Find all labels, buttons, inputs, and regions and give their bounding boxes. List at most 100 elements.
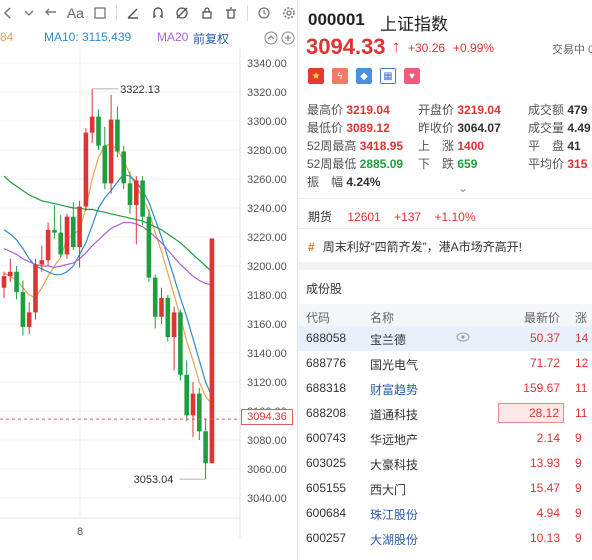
candle-body xyxy=(26,312,32,327)
candle-body xyxy=(58,232,63,255)
candle-body xyxy=(108,119,114,184)
stock-change: 14 xyxy=(575,331,589,345)
stock-price: 2.14 xyxy=(536,431,560,445)
y-axis-tick: 3260.00 xyxy=(247,174,287,186)
table-header: 代码 名称 最新价 涨 xyxy=(298,304,592,326)
candle-body xyxy=(1,276,7,288)
candle-body xyxy=(20,292,26,327)
stat-volume: 成交量 4.49 xyxy=(528,121,591,135)
futures-row[interactable]: 期货 12601 +137 +1.10% xyxy=(308,208,476,225)
candle-body xyxy=(127,183,133,206)
y-axis-tick: 3220.00 xyxy=(247,232,287,244)
add-indicator-icon[interactable] xyxy=(281,31,295,48)
current-price-tag: 3094.36 xyxy=(241,409,293,425)
candle-body xyxy=(96,116,101,146)
candle-body xyxy=(121,151,126,184)
kline-chart[interactable]: 3340.00 3320.00 3300.00 3280.00 3260.00 3240.… xyxy=(0,48,297,560)
table-row[interactable]: 603025 大豪科技 13.93 9 xyxy=(298,451,592,476)
y-axis-tick: 3040.00 xyxy=(247,493,287,505)
clock-icon[interactable] xyxy=(256,4,272,22)
candle-body xyxy=(102,145,108,184)
lightning-icon[interactable]: ϟ xyxy=(332,68,348,84)
table-row[interactable]: 688208 道通科技 28.12 11 xyxy=(298,401,592,426)
stock-change: 9 xyxy=(575,456,582,470)
ma10-label: MA10: xyxy=(44,30,79,44)
table-row[interactable]: 688776 国光电气 71.72 12 xyxy=(298,351,592,376)
candle-body xyxy=(115,119,120,152)
y-axis-tick: 3320.00 xyxy=(247,87,287,99)
stat-open: 开盘价 3219.04 xyxy=(418,103,501,117)
magnet-icon[interactable] xyxy=(150,4,166,22)
tag-row: ★ ϟ ◆ ▦ ♥ xyxy=(308,68,420,84)
table-row[interactable]: 600743 华远地产 2.14 9 xyxy=(298,426,592,451)
settings-icon[interactable] xyxy=(281,4,297,22)
stock-code: 688776 xyxy=(306,356,347,370)
stock-price: 10.13 xyxy=(529,531,560,545)
constituents-table: 代码 名称 最新价 涨 688058 宝兰德 50.37 14 688776 国光电气 71… xyxy=(298,304,592,551)
pencil-icon[interactable] xyxy=(125,4,141,22)
candle-body xyxy=(64,216,70,255)
stock-code: 688058 xyxy=(306,331,347,345)
last-price: 3094.33 xyxy=(306,34,386,59)
collapse-icon[interactable] xyxy=(264,31,278,48)
calendar-icon[interactable]: ▦ xyxy=(380,68,396,84)
stat-flat-count: 平 盘 41 xyxy=(528,139,581,153)
price-change-pct: +0.99% xyxy=(453,41,495,55)
table-row[interactable]: 688318 财富趋势 159.67 11 xyxy=(298,376,592,401)
stat-up-count: 上 涨 1400 xyxy=(418,139,485,153)
candle-body xyxy=(71,216,76,248)
table-row[interactable]: 605155 西大门 15.47 9 xyxy=(298,476,592,501)
stat-amplitude: 振 幅 4.24% xyxy=(307,175,381,189)
china-flag-icon[interactable]: ★ xyxy=(308,68,324,84)
candle-body xyxy=(209,238,215,464)
text-style-icon[interactable]: Aa xyxy=(67,4,84,22)
undo-icon[interactable] xyxy=(42,4,58,22)
label-tag-icon[interactable]: ◆ xyxy=(356,68,372,84)
stock-name: 国光电气 xyxy=(370,358,419,372)
table-row[interactable]: 600684 珠江股份 4.94 9 xyxy=(298,501,592,526)
stock-price: 15.47 xyxy=(529,481,560,495)
kline-chart-pane: Aa 84 MA10: 3115.439 MA20 前复权 3340.00 33… xyxy=(0,0,297,560)
stock-name: 财富趋势 xyxy=(370,383,419,397)
stat-amount: 成交额 479 xyxy=(528,103,588,117)
ma60-line xyxy=(3,175,213,273)
candle-body xyxy=(8,271,13,277)
candle-body xyxy=(77,206,82,248)
adjust-toggle[interactable]: 前复权 xyxy=(193,30,229,47)
candle-body xyxy=(89,116,95,133)
chart-toolbar: Aa xyxy=(0,0,297,26)
candle-body xyxy=(165,297,171,338)
candle-body xyxy=(178,312,183,375)
candle-body xyxy=(203,431,208,464)
stock-price: 71.72 xyxy=(529,356,560,370)
stock-name: 华远地产 xyxy=(370,433,419,447)
ma-prev-value: 84 xyxy=(0,30,14,44)
trash-icon[interactable] xyxy=(223,4,239,22)
ma-legend: 84 MA10: 3115.439 MA20 前复权 xyxy=(0,28,297,48)
stat-avg: 平均价 315 xyxy=(528,157,588,171)
table-row[interactable]: 688058 宝兰德 50.37 14 xyxy=(298,326,592,351)
lock-icon[interactable] xyxy=(198,4,214,22)
stock-change: 9 xyxy=(575,531,582,545)
left-arrow-icon[interactable] xyxy=(0,4,16,22)
stat-52wk-low: 52周最低 2885.09 xyxy=(307,157,404,171)
checkbox-icon[interactable] xyxy=(92,4,108,22)
stock-change: 11 xyxy=(575,406,588,420)
eye-icon[interactable] xyxy=(456,332,470,342)
expand-chevron-icon[interactable]: ⌄ xyxy=(458,181,468,195)
constituents-title: 成份股 xyxy=(306,282,343,296)
stock-code: 605155 xyxy=(306,481,347,495)
dropdown-arrow-icon[interactable] xyxy=(24,4,34,22)
table-row[interactable]: 600257 大湖股份 10.13 9 xyxy=(298,526,592,551)
candle-body xyxy=(14,271,19,293)
y-axis-tick: 3060.00 xyxy=(247,464,287,476)
news-item[interactable]: # 周末利好“四箭齐发”，港A市场齐高开! xyxy=(308,238,522,255)
y-axis-tick: 3140.00 xyxy=(247,348,287,360)
stock-change: 12 xyxy=(575,356,589,370)
candle-body xyxy=(146,216,152,278)
hide-icon[interactable] xyxy=(174,4,190,22)
favorite-heart-icon[interactable]: ♥ xyxy=(404,68,420,84)
y-axis-tick: 3340.00 xyxy=(247,58,287,70)
candle-body xyxy=(134,180,139,206)
stock-code: 688208 xyxy=(306,406,347,420)
